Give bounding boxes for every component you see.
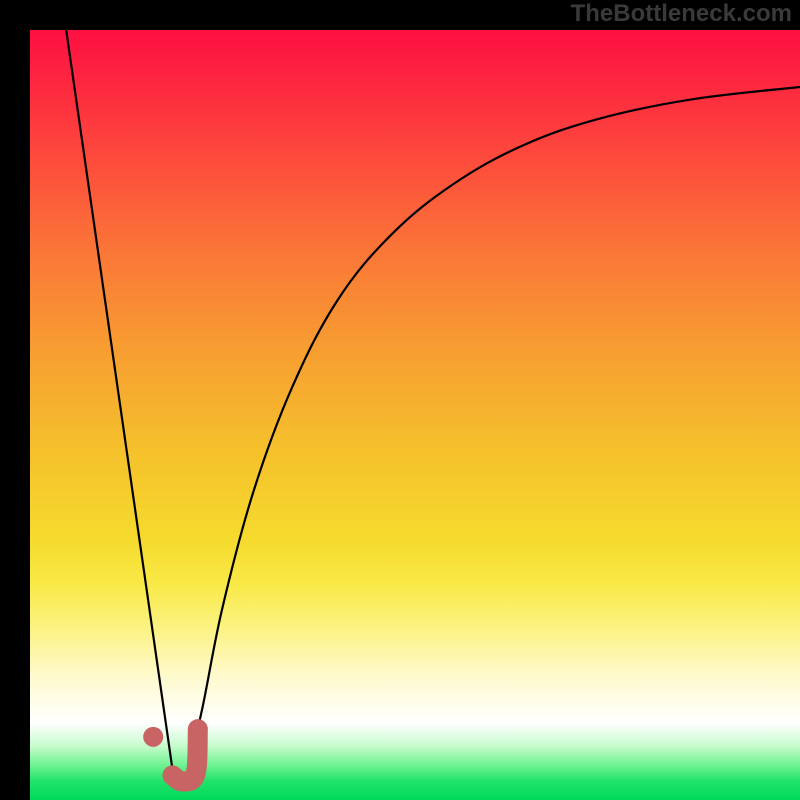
chart-frame: TheBottleneck.com bbox=[0, 0, 800, 800]
plot-area bbox=[30, 30, 800, 800]
curve-left-descent bbox=[66, 30, 172, 769]
valley-marker-dot bbox=[143, 727, 163, 747]
curve-right-ascent bbox=[188, 87, 800, 769]
watermark-text: TheBottleneck.com bbox=[571, 0, 792, 28]
chart-overlay bbox=[30, 30, 800, 800]
valley-marker-hook bbox=[172, 729, 197, 781]
